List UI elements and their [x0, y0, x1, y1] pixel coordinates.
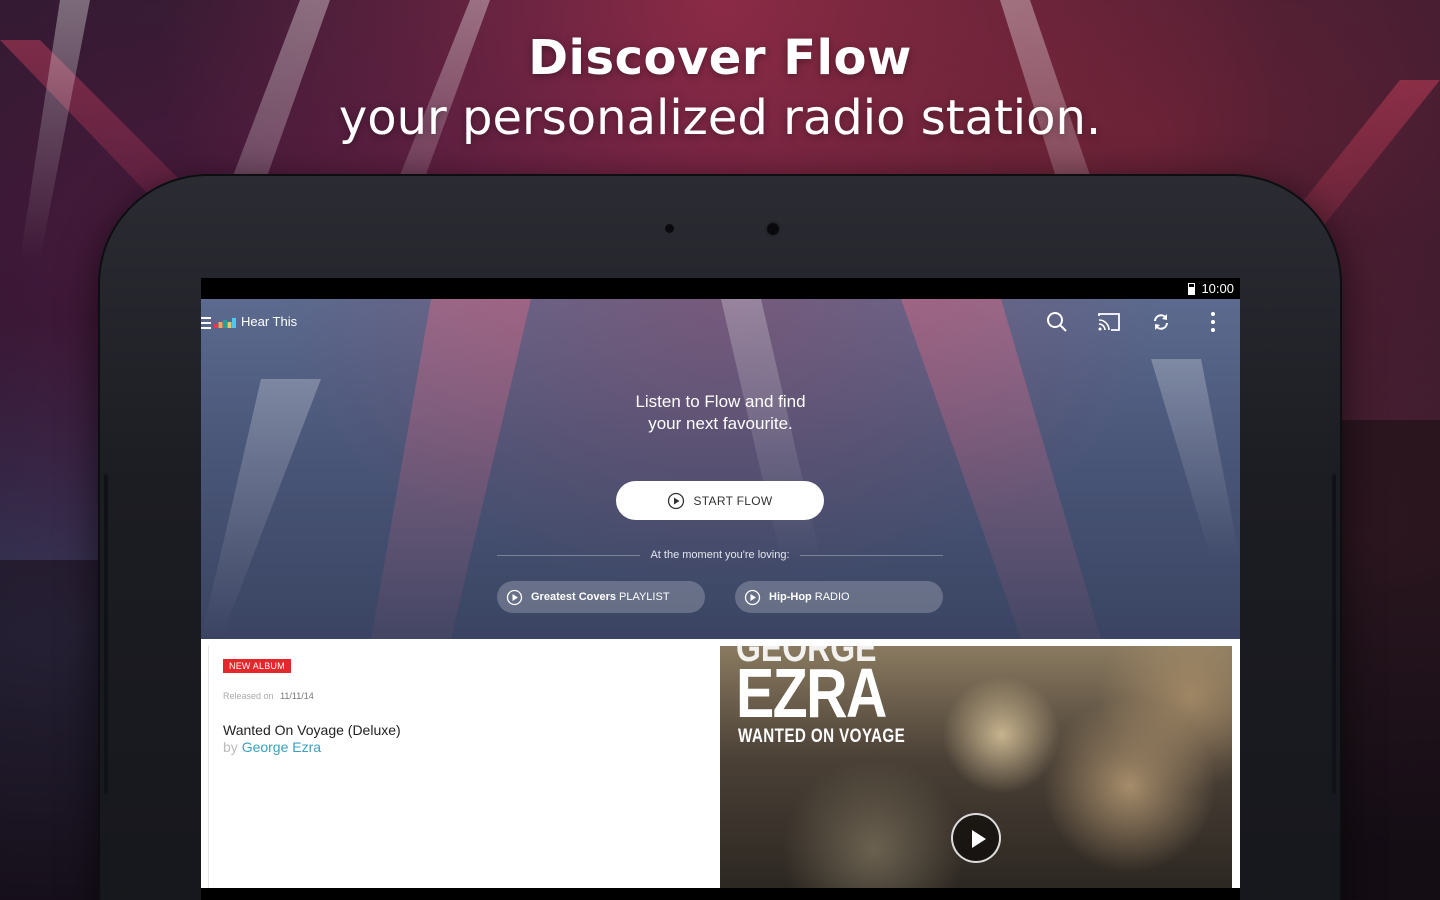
loving-label: At the moment you're loving:	[650, 549, 790, 561]
album-title[interactable]: Wanted On Voyage (Deluxe)	[223, 722, 401, 738]
tablet-side-edge	[1332, 474, 1336, 794]
overflow-menu-icon[interactable]	[1201, 311, 1225, 333]
pill-title: Hip-Hop	[769, 591, 812, 603]
hip-hop-radio-button[interactable]: Hip-Hop RADIO	[735, 581, 943, 613]
release-date: 11/11/14	[280, 691, 314, 701]
app-bar: Hear This	[201, 299, 1240, 345]
flow-hero: Hear This Listen to Flow and find your n…	[201, 299, 1240, 639]
by-label: by	[223, 739, 238, 755]
battery-icon	[1188, 283, 1195, 295]
android-nav-bar	[201, 888, 1240, 900]
release-info: Released on 11/11/14	[223, 691, 314, 701]
promo-subtitle: your personalized radio station.	[338, 90, 1102, 146]
play-circle-icon	[744, 589, 761, 605]
greatest-covers-playlist-button[interactable]: Greatest Covers PLAYLIST	[497, 581, 705, 613]
new-album-badge: NEW ALBUM	[223, 659, 291, 673]
play-circle-icon	[668, 492, 685, 509]
status-time: 10:00	[1201, 281, 1234, 296]
menu-icon[interactable]	[201, 317, 211, 329]
album-card: NEW ALBUM Released on 11/11/14 Wanted On…	[201, 639, 1240, 900]
album-cover[interactable]: GEORGE EZRA WANTED ON VOYAGE	[720, 646, 1232, 900]
tablet-camera	[767, 223, 779, 235]
promo-headline: Discover Flow your personalized radio st…	[0, 30, 1440, 150]
divider-line	[497, 554, 641, 556]
app-screen: 10:00 Hear This Listen to Flow and find …	[201, 278, 1240, 900]
pill-title: Greatest Covers	[531, 591, 616, 603]
tagline-line-1: Listen to Flow and find	[635, 392, 806, 411]
search-icon[interactable]	[1045, 311, 1069, 333]
refresh-icon[interactable]	[1149, 311, 1173, 333]
promo-title: Discover Flow	[528, 30, 912, 86]
hero-background	[201, 299, 1240, 639]
pill-kind: PLAYLIST	[619, 591, 670, 603]
tagline-line-2: your next favourite.	[648, 414, 793, 433]
released-label: Released on	[223, 691, 274, 701]
album-info[interactable]: NEW ALBUM Released on 11/11/14 Wanted On…	[208, 646, 720, 900]
tablet-side-edge	[104, 474, 108, 794]
album-artist-line: by George Ezra	[223, 739, 321, 755]
tablet-sensor	[665, 224, 674, 233]
flow-tagline: Listen to Flow and find your next favour…	[201, 391, 1240, 435]
app-title: Hear This	[241, 314, 298, 329]
artist-link[interactable]: George Ezra	[242, 739, 321, 755]
cover-artist-text: EZRA	[736, 654, 887, 732]
status-bar: 10:00	[201, 278, 1240, 299]
cover-album-text: WANTED ON VOYAGE	[738, 726, 906, 747]
divider-line	[799, 554, 943, 556]
pill-kind: RADIO	[814, 591, 850, 603]
loving-divider: At the moment you're loving:	[497, 547, 943, 563]
start-flow-label: START FLOW	[693, 493, 773, 508]
cast-icon[interactable]	[1097, 311, 1121, 333]
deezer-logo	[214, 318, 236, 328]
play-button[interactable]	[951, 813, 1001, 863]
play-circle-icon	[506, 589, 523, 605]
start-flow-button[interactable]: START FLOW	[616, 481, 824, 520]
